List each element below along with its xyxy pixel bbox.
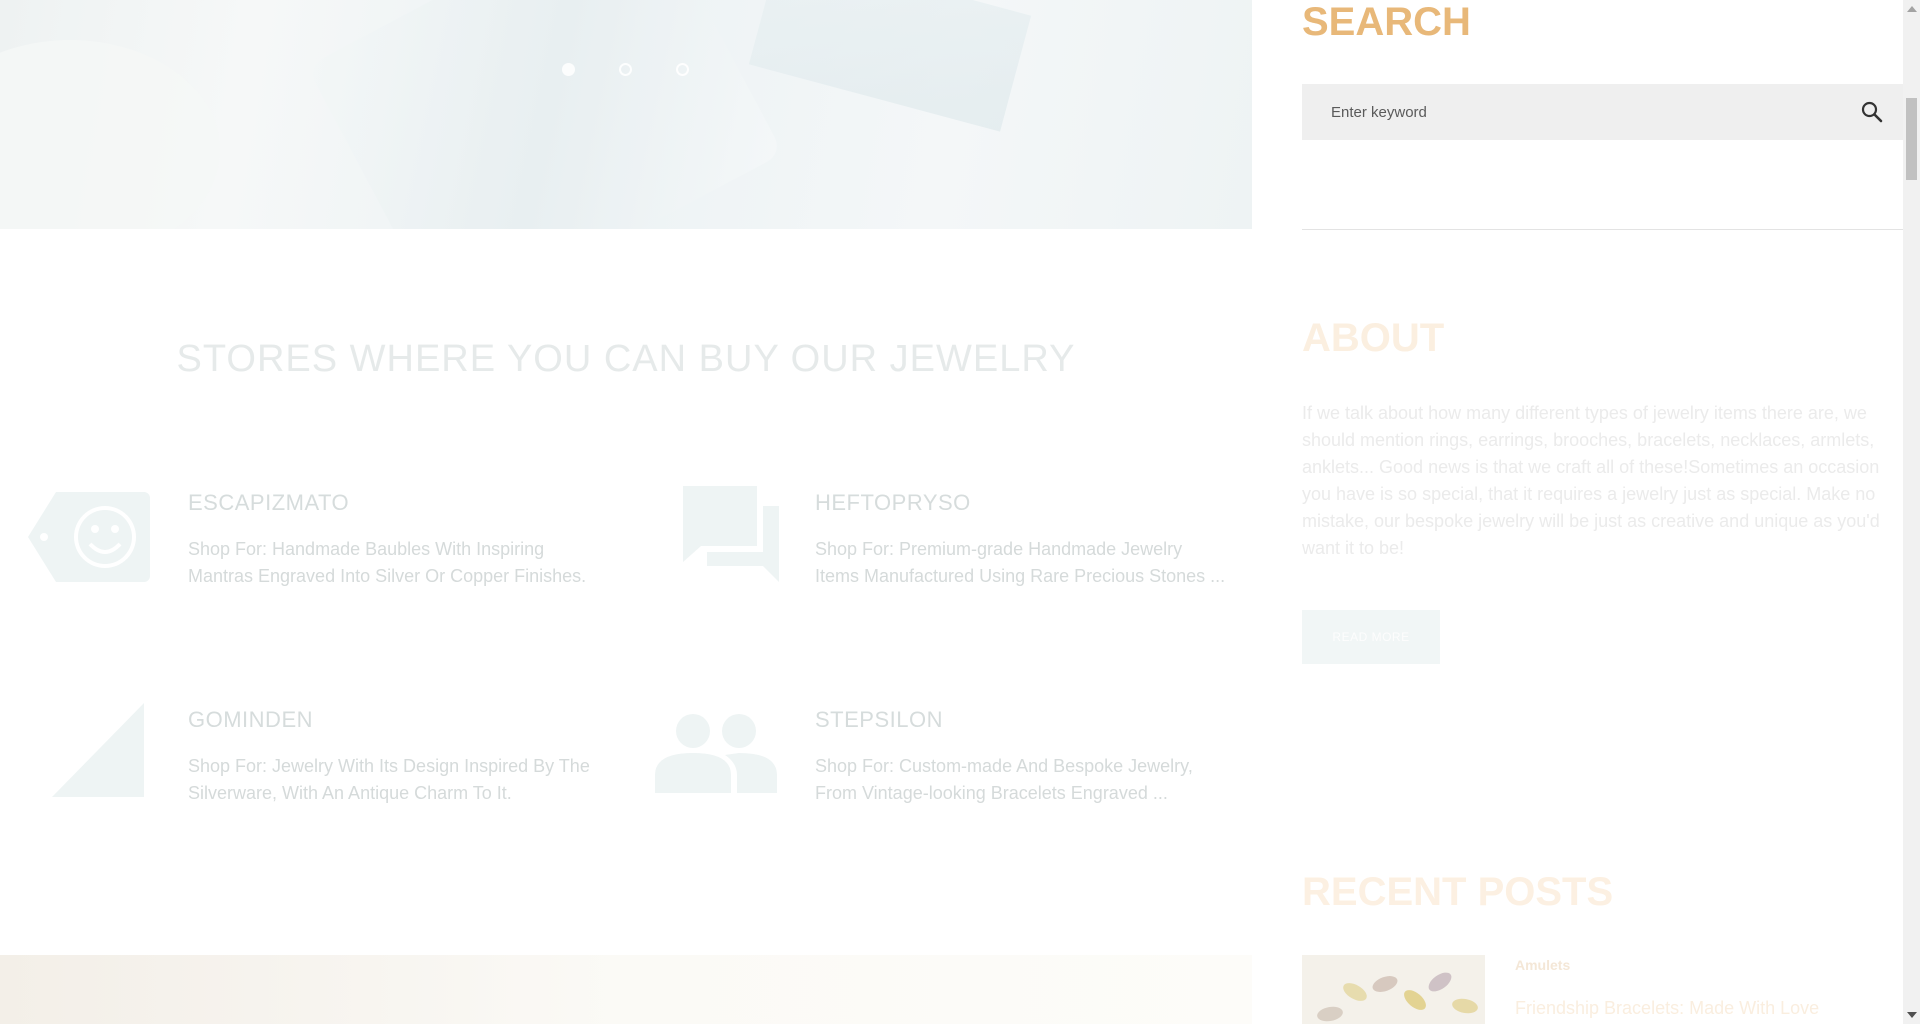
post-thumbnail[interactable] xyxy=(1302,955,1485,1024)
scroll-up-arrow-icon[interactable] xyxy=(1907,6,1917,12)
about-widget-title: ABOUT xyxy=(1302,316,1445,360)
store-description: Shop For: Custom-made And Bespoke Jewelr… xyxy=(815,756,1193,803)
search-icon[interactable] xyxy=(1860,100,1884,124)
widget-divider xyxy=(1302,229,1904,230)
store-name[interactable]: HEFTOPRYSO xyxy=(815,490,1255,516)
search-form xyxy=(1302,84,1904,140)
triangle-icon xyxy=(52,703,144,797)
store-item-stepsilon: STEPSILON Shop For: Custom-made And Besp… xyxy=(655,707,1255,807)
hero-image-detail xyxy=(0,40,220,229)
store-description: Shop For: Handmade Baubles With Inspirin… xyxy=(188,539,587,586)
search-widget-title: SEARCH xyxy=(1302,0,1471,44)
store-description: Shop For: Premium-grade Handmade Jewelry… xyxy=(815,539,1226,586)
store-name[interactable]: GOMINDEN xyxy=(188,707,628,733)
store-item-escapizmato: ESCAPIZMATO Shop For: Handmade Baubles W… xyxy=(28,490,628,590)
people-icon xyxy=(655,714,777,793)
about-text: If we talk about how many different type… xyxy=(1302,403,1880,558)
hero-image-fabric xyxy=(748,0,1032,132)
hero-slider xyxy=(0,0,1252,229)
scroll-down-arrow-icon[interactable] xyxy=(1907,1012,1917,1018)
store-item-gominden: GOMINDEN Shop For: Jewelry With Its Desi… xyxy=(52,703,628,807)
scrollbar-thumb[interactable] xyxy=(1906,98,1917,180)
hero-image-fabric xyxy=(306,0,784,229)
sidebar: SEARCH ABOUT If we talk about how many d… xyxy=(1302,0,1904,1024)
store-name[interactable]: ESCAPIZMATO xyxy=(188,490,628,516)
slider-dots xyxy=(562,63,689,76)
chat-bubbles-icon xyxy=(683,486,779,582)
post-category[interactable]: Amulets xyxy=(1515,957,1570,973)
search-input[interactable] xyxy=(1302,84,1871,140)
recent-posts-title: RECENT POSTS xyxy=(1302,870,1614,914)
slider-dot[interactable] xyxy=(562,63,575,76)
slider-dot[interactable] xyxy=(676,63,689,76)
store-description: Shop For: Jewelry With Its Design Inspir… xyxy=(188,756,590,803)
slider-dot[interactable] xyxy=(619,63,632,76)
read-more-button[interactable]: READ MORE xyxy=(1302,610,1440,664)
section-background-image xyxy=(0,955,1252,1024)
store-name[interactable]: STEPSILON xyxy=(815,707,1255,733)
stores-section-title: STORES WHERE YOU CAN BUY OUR JEWELRY xyxy=(176,338,1076,380)
post-title[interactable]: Friendship Bracelets: Made With Love xyxy=(1515,998,1819,1019)
smiley-tag-icon xyxy=(28,492,150,582)
store-item-heftopryso: HEFTOPRYSO Shop For: Premium-grade Handm… xyxy=(683,486,1255,590)
page-scrollbar[interactable] xyxy=(1903,0,1920,1024)
